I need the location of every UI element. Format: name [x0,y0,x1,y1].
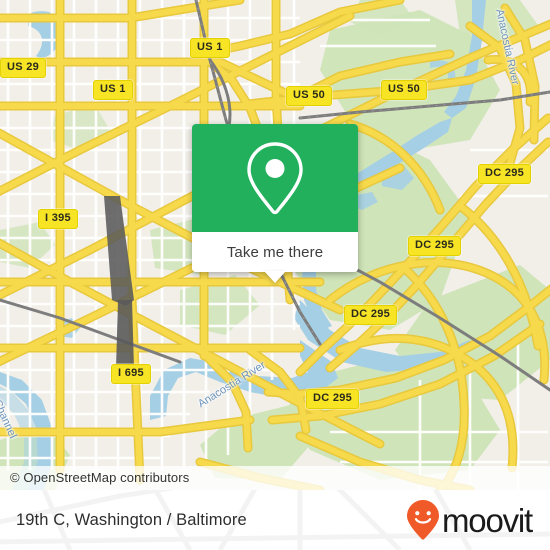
bottom-branding-bar: 19th C, Washington / Baltimore moovit [0,490,550,550]
map-attribution[interactable]: © OpenStreetMap contributors [0,466,550,490]
road-shield[interactable]: US 1 [190,38,230,58]
place-name-label: 19th C, Washington / Baltimore [16,510,247,529]
place-card-footer[interactable]: Take me there [192,232,358,283]
road-shield[interactable]: DC 295 [344,305,398,325]
road-shield[interactable]: US 50 [381,80,428,100]
road-shield[interactable]: US 29 [0,58,47,78]
take-me-there-label: Take me there [226,243,324,261]
moovit-logo: moovit [406,499,533,541]
moovit-wordmark: moovit [442,501,533,539]
map-pin-icon [247,142,303,215]
road-shield[interactable]: DC 295 [306,389,360,409]
road-shield[interactable]: I 395 [38,209,78,229]
place-card-image [192,124,358,232]
place-card-popup[interactable]: Take me there [192,124,358,283]
moovit-pin-icon [407,500,439,540]
road-shield[interactable]: DC 295 [478,164,532,184]
place-card-pointer [264,271,286,283]
road-shield[interactable]: US 50 [286,86,333,106]
road-shield[interactable]: DC 295 [408,236,462,256]
moovit-map-screen: US 29 US 1 US 1 US 50 US 50 DC 295 DC 29… [0,0,550,550]
road-shield[interactable]: I 695 [111,364,151,384]
road-shield[interactable]: US 1 [93,80,133,100]
